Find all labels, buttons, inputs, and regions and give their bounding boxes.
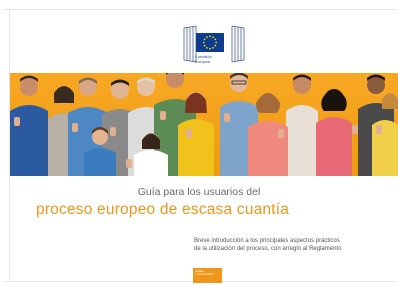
eu-star-icon (203, 44, 206, 47)
eu-star-icon (212, 36, 214, 39)
eu-star-icon (212, 46, 214, 49)
document-subtitle: Guía para los usuarios del (137, 186, 261, 198)
description-line-1: Breve introducción a los principales asp… (194, 238, 340, 244)
eu-star-icon (206, 36, 208, 39)
department-badge: Justicia y Consumidores (193, 268, 222, 283)
document-title: proceso europeo de escasa cuantía (36, 201, 290, 218)
european-commission-logo (183, 25, 245, 63)
badge-line-2: y Consumidores (195, 273, 214, 277)
frame-line-top (4, 9, 396, 10)
logo-label: Comisión Europea (195, 54, 212, 64)
eu-star-icon (206, 46, 208, 49)
eu-star-icon (214, 44, 217, 47)
description-line-2: de la utilización del proceso, con arreg… (194, 246, 342, 252)
group-of-people-thumbs-up-image (10, 73, 398, 176)
document-description: Breve introducción a los principales asp… (194, 237, 390, 253)
eu-star-icon (209, 47, 211, 50)
eu-star-icon (209, 35, 211, 38)
cover-photo (10, 73, 398, 176)
eu-star-icon (214, 38, 217, 41)
eu-star-icon (215, 41, 218, 44)
eu-star-icon (203, 38, 206, 41)
logo-line-2: Europea (195, 58, 211, 64)
eu-star-icon (202, 41, 205, 44)
document-cover: Comisión Europea Guía para los usuarios … (0, 0, 398, 285)
